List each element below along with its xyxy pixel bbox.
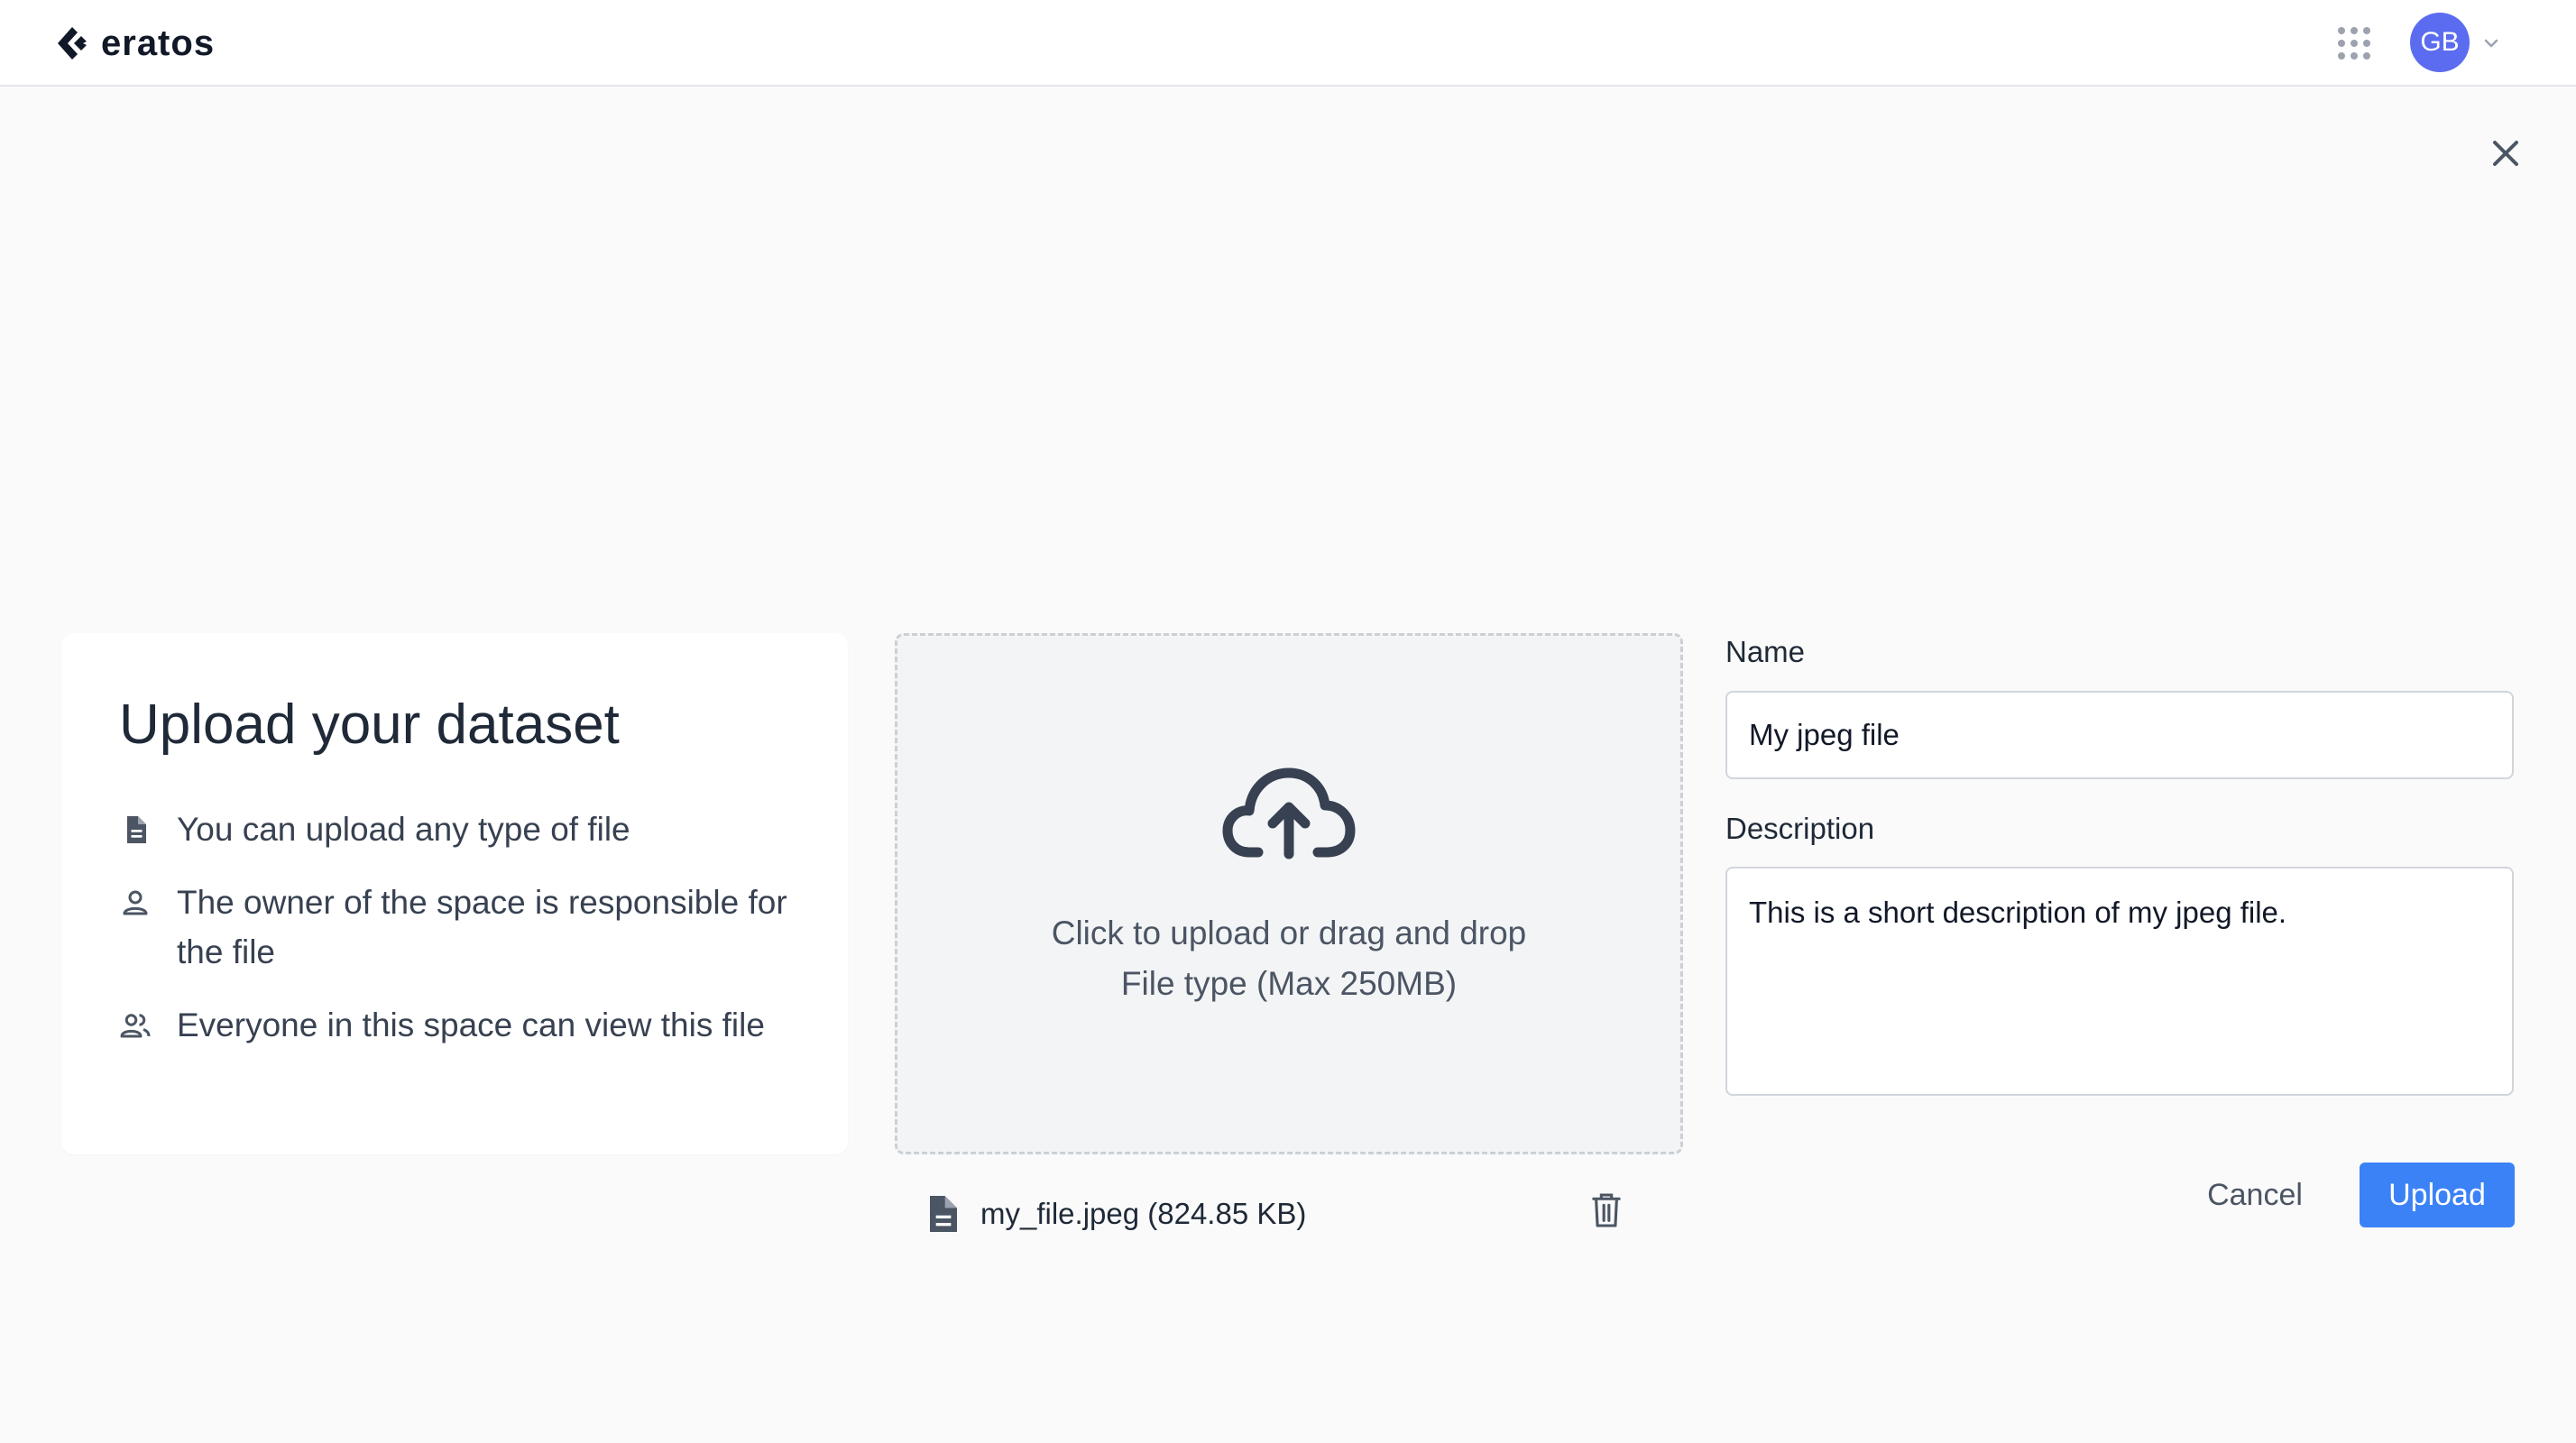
close-icon[interactable] — [2484, 132, 2527, 175]
name-label: Name — [1725, 635, 1806, 668]
description-label: Description — [1725, 812, 1875, 845]
apps-grid-icon[interactable] — [2336, 25, 2372, 61]
upload-info-card: Upload your dataset You can upload any t… — [61, 633, 848, 1154]
upload-button[interactable]: Upload — [2360, 1163, 2515, 1227]
cloud-upload-icon — [1222, 767, 1356, 859]
cancel-button[interactable]: Cancel — [2186, 1163, 2323, 1227]
list-item: You can upload any type of file — [119, 804, 832, 854]
upload-info-list: You can upload any type of file The owne… — [119, 804, 832, 1073]
description-input[interactable]: This is a short description of my jpeg f… — [1725, 867, 2514, 1096]
top-bar: eratos GB — [0, 0, 2576, 87]
people-icon — [120, 1014, 151, 1038]
dropzone-instruction: Click to upload or drag and drop — [1051, 915, 1527, 951]
chevron-down-icon[interactable] — [2480, 32, 2502, 54]
dropzone-file-type: File type (Max 250MB) — [1120, 965, 1458, 1002]
selected-file-row: my_file.jpeg (824.85 KB) — [925, 1187, 1629, 1241]
user-avatar[interactable]: GB — [2410, 13, 2470, 72]
eratos-logo-icon — [58, 27, 87, 60]
name-input[interactable] — [1725, 691, 2514, 779]
list-item: The owner of the space is responsible fo… — [119, 878, 832, 977]
info-text: You can upload any type of file — [177, 811, 630, 848]
brand-logo[interactable]: eratos — [52, 20, 215, 67]
info-text: The owner of the space is responsible fo… — [177, 884, 787, 970]
document-icon — [127, 816, 146, 843]
person-icon — [123, 890, 148, 915]
trash-icon[interactable] — [1591, 1192, 1622, 1228]
page-title: Upload your dataset — [119, 694, 620, 756]
file-name-size: my_file.jpeg (824.85 KB) — [980, 1197, 1307, 1230]
file-dropzone[interactable]: Click to upload or drag and drop File ty… — [895, 633, 1683, 1154]
document-icon — [930, 1196, 957, 1232]
list-item: Everyone in this space can view this fil… — [119, 1000, 832, 1050]
brand-name: eratos — [101, 23, 216, 63]
info-text: Everyone in this space can view this fil… — [177, 1006, 765, 1043]
